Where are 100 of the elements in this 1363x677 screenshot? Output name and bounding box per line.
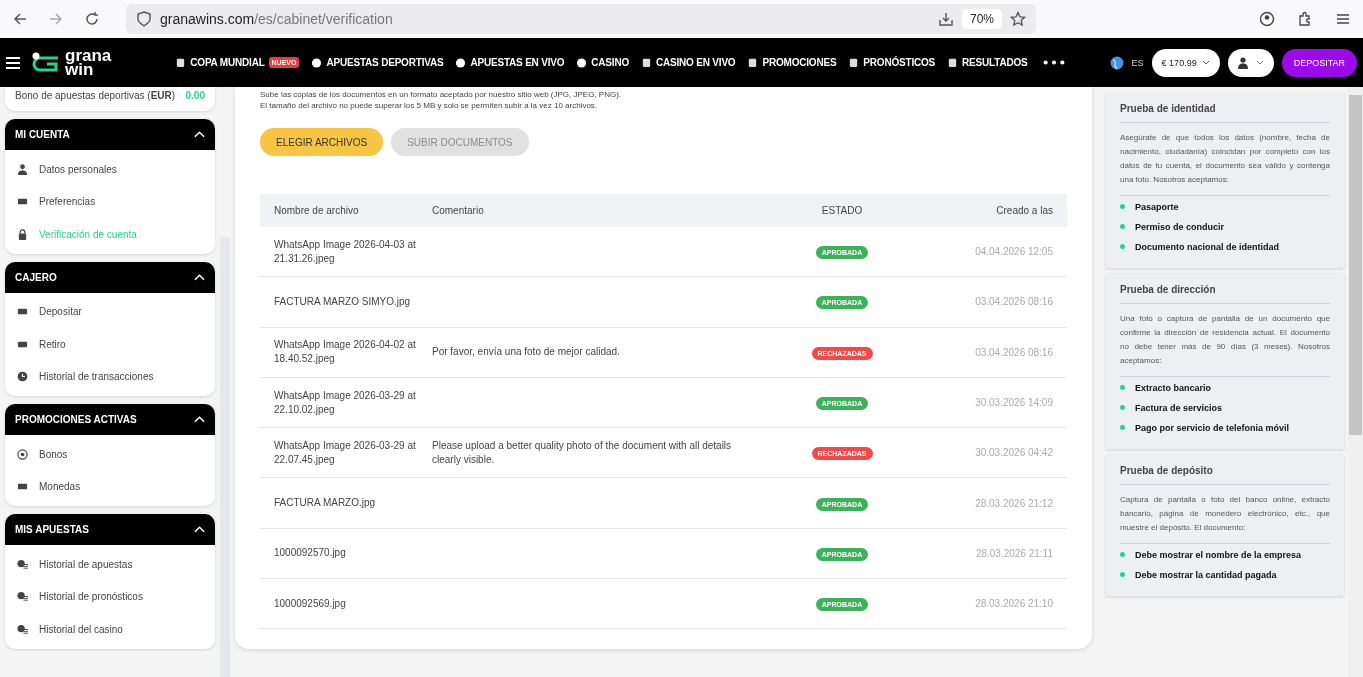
nav-link[interactable]: COPA MUNDIAL — [190, 57, 265, 68]
menu-link[interactable]: Historial de transacciones — [39, 371, 154, 383]
language-label[interactable]: ES — [1131, 57, 1144, 68]
upload-button[interactable]: ELEGIR ARCHIVOS — [260, 128, 384, 156]
bullet-icon — [1120, 204, 1125, 209]
menu-link[interactable]: Preferencias — [39, 196, 96, 208]
balance-button[interactable]: € 170.99 — [1151, 48, 1220, 77]
column-header: ESTADO — [820, 205, 864, 216]
bullet-icon — [1120, 405, 1125, 410]
accepted-document: Extracto bancario — [1135, 382, 1212, 393]
created-date: 28.03.2026 21:11 — [975, 547, 1053, 559]
upload-note: Sube las copias de los documentos en un formato aceptado por nuestro sitio web (JPG, JPEG, PNG). — [260, 89, 623, 100]
created-date: 03.04.2026 08:16 — [975, 346, 1053, 358]
menu-link[interactable]: Historial del casino — [39, 623, 123, 635]
accepted-document: Pasaporte — [1135, 201, 1179, 212]
logo[interactable]: grana win — [28, 48, 112, 77]
group-title: CAJERO — [15, 271, 57, 283]
bullet-icon — [1120, 425, 1125, 430]
caret-icon — [1255, 60, 1264, 65]
bonus-value: 0.00 — [185, 90, 205, 101]
column-header: Nombre de archivo — [273, 203, 360, 218]
reload-icon[interactable] — [84, 11, 100, 27]
nav-link[interactable]: RESULTADOS — [962, 57, 1028, 68]
nav-link[interactable]: CASINO — [591, 57, 629, 68]
info-text: Una foto o captura de pantalla de un documento que confirme la dirección de residencia actual. El documento no debe tener más de 90 días (3 meses). Nosotros aceptamos: — [1120, 313, 1330, 367]
group-title: PROMOCIONES ACTIVAS — [15, 414, 137, 425]
lock-icon — [17, 228, 28, 240]
accepted-document: Factura de servicios — [1135, 402, 1223, 413]
nav-link[interactable]: CASINO EN VIVO — [656, 57, 736, 68]
info-title: Prueba de depósito — [1120, 465, 1214, 478]
nav-link[interactable]: APUESTAS EN VIVO — [470, 57, 565, 68]
group-header[interactable]: MIS APUESTAS — [5, 514, 215, 545]
zoom-level[interactable]: 70% — [961, 9, 1002, 29]
group-title: MIS APUESTAS — [15, 524, 89, 535]
upload-note: El tamaño del archivo no puede superar los 5 MB y solo se permiten subir a la vez 10 archivos. — [260, 100, 599, 111]
file-name: 1000092570.jpg — [273, 546, 347, 561]
info-title: Prueba de dirección — [1120, 284, 1217, 297]
bullet-icon — [1120, 552, 1125, 557]
user-icon — [17, 163, 28, 175]
menu-link[interactable]: Depositar — [39, 306, 82, 318]
info-title: Prueba de identidad — [1120, 103, 1217, 116]
group-header[interactable]: CAJERO — [5, 261, 215, 293]
puzzle-icon[interactable] — [1297, 11, 1313, 27]
nav-link[interactable]: APUESTAS DEPORTIVAS — [326, 57, 444, 68]
info-text: Asegúrate de que todos los datos (nombre, fecha de nacimiento, ciudadanía) coincidan por completo con los datos de tu cuenta, el documento sea válido y contenga una foto. Nosotros aceptamos: — [1120, 132, 1330, 186]
file-name: FACTURA MARZO SIMYO.jpg — [273, 294, 412, 309]
nav-link[interactable]: PRONÓSTICOS — [863, 57, 936, 68]
address-bar[interactable]: granawins.com/es/cabinet/verification 70% — [126, 4, 1036, 34]
menu-link[interactable]: Historial de apuestas — [39, 558, 133, 570]
created-date: 03.04.2026 08:16 — [975, 296, 1053, 308]
created-date: 30.03.2026 04:42 — [975, 447, 1053, 459]
accepted-document: Pago por servicio de telefonia móvil — [1135, 422, 1290, 433]
menu-link[interactable]: Monedas — [39, 481, 81, 493]
bullet-icon — [1120, 224, 1125, 229]
accepted-document: Permiso de conducir — [1135, 221, 1225, 232]
clock-icon — [17, 371, 28, 383]
info-text: Captura de pantalla o foto del banco online, extracto bancario, página de monedero electrónico, etc., que muestre el depósito. El documento: — [1120, 494, 1330, 534]
list-icon — [17, 558, 28, 570]
bullet-icon — [1120, 572, 1125, 577]
menu-icon[interactable] — [6, 56, 20, 69]
user-icon — [1237, 56, 1248, 69]
created-date: 28.03.2026 21:12 — [975, 497, 1053, 509]
file-name: WhatsApp Image 2026-04-02 at 18.40.52.jpeg — [273, 338, 417, 367]
accepted-document: Debe mostrar el nombre de la empresa — [1135, 549, 1302, 560]
scrollbar[interactable] — [1348, 87, 1363, 677]
bullet-icon — [1120, 244, 1125, 249]
account-icon[interactable] — [1259, 11, 1275, 27]
globe-icon[interactable] — [1109, 55, 1124, 70]
more-icon[interactable] — [1043, 60, 1066, 65]
list-icon — [17, 591, 28, 603]
created-date: 04.04.2026 12:05 — [975, 246, 1053, 258]
file-name: WhatsApp Image 2026-03-29 at 22.07.45.jpeg — [273, 438, 417, 467]
file-name: FACTURA MARZO.jpg — [273, 496, 377, 511]
column-header: Comentario — [432, 203, 485, 218]
file-name: 1000092569.jpg — [273, 596, 347, 611]
nav-link[interactable]: PROMOCIONES — [762, 57, 837, 68]
accepted-document: Documento nacional de identidad — [1135, 241, 1279, 252]
shield-icon — [136, 11, 152, 27]
bullet-icon — [1120, 385, 1125, 390]
deposit-button[interactable]: DEPOSITAR — [1281, 48, 1357, 77]
file-name: WhatsApp Image 2026-04-03 at 21.31.26.jpeg — [273, 237, 417, 266]
comment-text: Please upload a better quality photo of the document with all details clearly visible. — [432, 439, 732, 465]
bonus-label: Bono de apuestas deportivas (EUR) — [15, 90, 176, 101]
download-icon[interactable] — [937, 11, 954, 27]
group-title: MI CUENTA — [15, 129, 70, 140]
list-icon — [17, 623, 28, 635]
file-name: WhatsApp Image 2026-03-29 at 22.10.02.jpeg — [273, 388, 417, 417]
profile-button[interactable] — [1227, 48, 1274, 77]
group-header[interactable]: MI CUENTA — [5, 119, 215, 150]
menu-link[interactable]: Retiro — [39, 338, 66, 350]
created-date: 28.03.2026 21:10 — [975, 598, 1053, 610]
group-header[interactable]: PROMOCIONES ACTIVAS — [5, 404, 215, 435]
comment-text: Por favor, envía una foto de mejor calidad. — [432, 346, 620, 358]
menu-link[interactable]: Historial de pronósticos — [39, 591, 143, 603]
back-icon[interactable] — [12, 11, 28, 27]
menu-link[interactable]: Bonos — [39, 448, 68, 460]
menu-link[interactable]: Datos personales — [39, 163, 117, 175]
accepted-document: Debe mostrar la cantidad pagada — [1135, 569, 1277, 580]
caret-icon — [1201, 60, 1210, 65]
created-date: 30.03.2026 14:09 — [975, 397, 1053, 409]
